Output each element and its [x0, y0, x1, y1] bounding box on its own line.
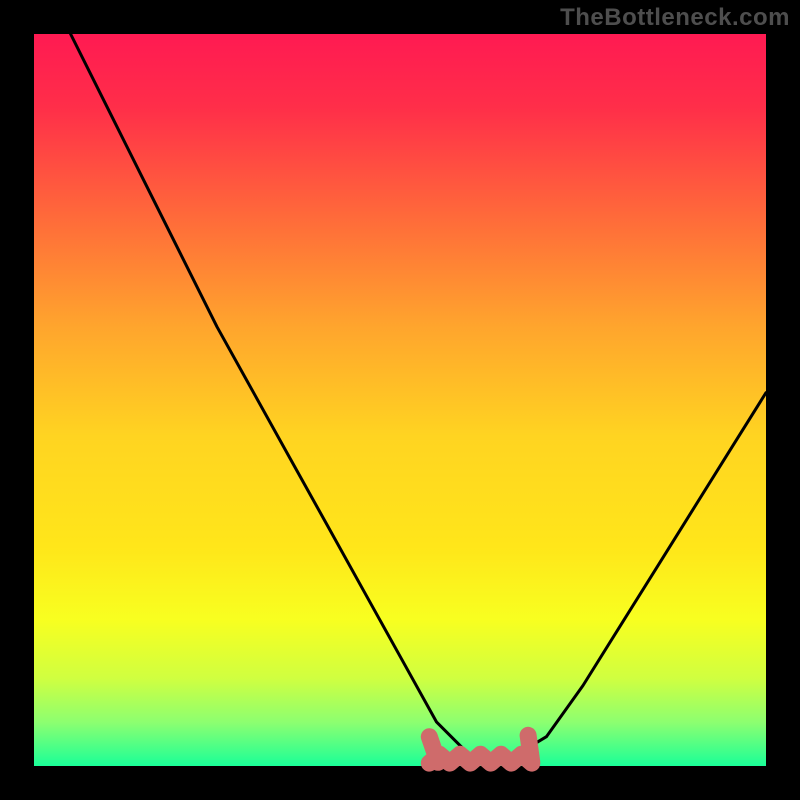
watermark-text: TheBottleneck.com	[560, 4, 790, 32]
chart-frame: TheBottleneck.com	[0, 0, 800, 800]
bottleneck-chart	[0, 0, 800, 800]
